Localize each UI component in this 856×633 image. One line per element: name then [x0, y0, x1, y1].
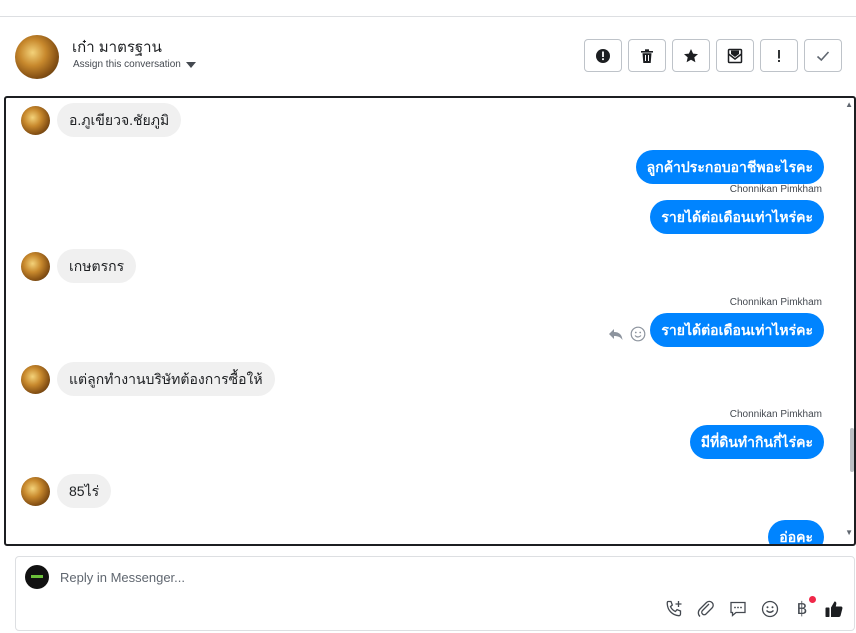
message-thread[interactable]: ▲ อ.ภูเขียวจ.ชัยภูมิ ลูกค้าประกอบอาชีพอะ… [4, 96, 856, 546]
baht-icon[interactable]: ฿ [792, 596, 816, 619]
reply-arrow-icon[interactable] [608, 326, 624, 342]
scroll-up-arrow-icon[interactable]: ▲ [845, 100, 853, 109]
saved-reply-icon[interactable] [728, 599, 748, 619]
assign-label: Assign this conversation [73, 59, 181, 70]
contact-avatar[interactable] [15, 35, 59, 79]
like-icon[interactable] [824, 599, 844, 619]
scroll-down-arrow-icon[interactable]: ▼ [845, 528, 853, 537]
outgoing-message: ลูกค้าประกอบอาชีพอะไรคะ [635, 150, 824, 184]
caret-down-icon [185, 61, 196, 68]
trash-icon [641, 48, 653, 63]
top-strip [0, 0, 856, 17]
alert-circle-icon [596, 48, 610, 63]
star-button[interactable] [672, 39, 710, 72]
sender-avatar [21, 365, 50, 394]
incoming-message: เกษตรกร [57, 249, 137, 283]
delete-button[interactable] [628, 39, 666, 72]
check-icon [816, 50, 830, 61]
header-actions [584, 39, 842, 72]
mark-done-button[interactable] [804, 39, 842, 72]
reply-input[interactable] [60, 570, 660, 585]
outgoing-message: อ่อคะ [768, 520, 824, 544]
paperclip-icon[interactable] [696, 599, 716, 619]
outgoing-message: รายได้ต่อเดือนเท่าไหร่คะ [650, 200, 824, 234]
sender-name: Chonnikan Pimkham [729, 184, 822, 195]
mark-unread-icon [727, 48, 743, 63]
conversation-header: เก๋า มาตรฐาน Assign this conversation [0, 17, 856, 96]
page-avatar [25, 565, 49, 589]
follow-up-button[interactable] [760, 39, 798, 72]
sender-avatar [21, 252, 50, 281]
scrollbar-thumb[interactable] [850, 428, 854, 472]
incoming-message: 85ไร่ [57, 474, 112, 508]
sender-name: Chonnikan Pimkham [729, 297, 822, 308]
exclamation-icon [778, 49, 780, 62]
emoji-icon[interactable] [760, 599, 780, 619]
message-tools [608, 326, 646, 342]
reply-composer: ฿ [15, 556, 855, 631]
composer-tools: ฿ [664, 596, 844, 619]
baht-symbol: ฿ [796, 599, 808, 618]
star-icon [684, 48, 698, 62]
sender-name: Chonnikan Pimkham [729, 409, 822, 420]
mark-spam-button[interactable] [584, 39, 622, 72]
sender-avatar [21, 477, 50, 506]
sender-avatar [21, 106, 50, 135]
assign-conversation-dropdown[interactable]: Assign this conversation [73, 59, 196, 70]
phone-plus-icon[interactable] [664, 599, 684, 619]
emoji-react-icon[interactable] [630, 326, 646, 342]
outgoing-message: รายได้ต่อเดือนเท่าไหร่คะ [650, 313, 824, 347]
outgoing-message: มีที่ดินทำกินกี่ไร่คะ [689, 425, 824, 459]
notification-dot [809, 596, 816, 603]
incoming-message: อ.ภูเขียวจ.ชัยภูมิ [57, 103, 182, 137]
incoming-message: แต่ลูกทำงานบริษัทต้องการซื้อให้ [57, 362, 275, 396]
contact-name[interactable]: เก๋า มาตรฐาน [72, 35, 162, 59]
mark-unread-button[interactable] [716, 39, 754, 72]
